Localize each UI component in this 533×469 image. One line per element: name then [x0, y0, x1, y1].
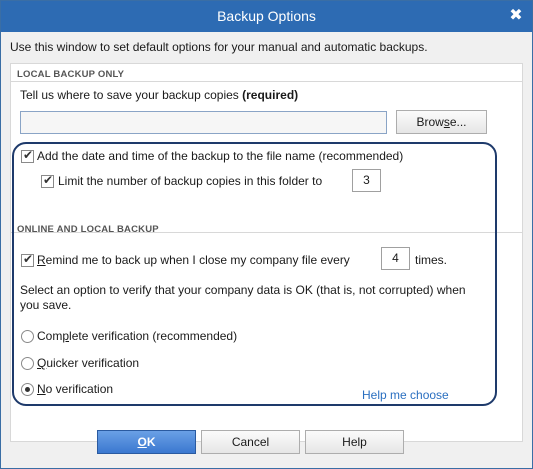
complete-verification-radio[interactable]	[21, 330, 34, 343]
ok-label-b: K	[146, 435, 156, 449]
dialog-body: Use this window to set default options f…	[1, 32, 532, 468]
section-divider	[11, 81, 522, 82]
local-backup-section-label: LOCAL BACKUP ONLY	[17, 69, 125, 80]
no-verify-label-b: o verification	[45, 382, 114, 396]
remind-frequency-field[interactable]: 4	[381, 247, 410, 270]
browse-label-a: Brow	[416, 115, 444, 129]
no-verification-radio[interactable]	[21, 383, 34, 396]
verify-prompt-line-2: you save.	[20, 298, 72, 312]
limit-copies-label[interactable]: Limit the number of backup copies in thi…	[58, 174, 322, 188]
ok-button[interactable]: OK	[97, 430, 196, 454]
remind-label-text: emind me to back up when I close my comp…	[45, 253, 350, 267]
save-location-prompt: Tell us where to save your backup copies…	[20, 88, 298, 102]
window-title: Backup Options	[217, 8, 316, 24]
cancel-button[interactable]: Cancel	[201, 430, 300, 454]
complete-label-a: Com	[37, 329, 63, 343]
backup-path-input[interactable]	[20, 111, 387, 134]
browse-label-c: e...	[449, 115, 467, 129]
options-group: LOCAL BACKUP ONLY Tell us where to save …	[10, 63, 523, 442]
complete-verification-label[interactable]: Complete verification (recommended)	[37, 329, 237, 343]
required-tag: (required)	[242, 88, 299, 102]
quicker-label-b: uicker verification	[46, 356, 140, 370]
complete-label-c: lete verification (recommended)	[69, 329, 238, 343]
help-me-choose-link[interactable]: Help me choose	[362, 388, 449, 402]
backup-options-window: Backup Options ✖ Use this window to set …	[0, 0, 533, 469]
quicker-label-a: Q	[37, 356, 47, 370]
remind-label[interactable]: Remind me to back up when I close my com…	[37, 253, 350, 267]
online-local-section-label: ONLINE AND LOCAL BACKUP	[17, 224, 159, 235]
verify-prompt-line-1: Select an option to verify that your com…	[20, 283, 466, 297]
remind-suffix: times.	[415, 253, 448, 267]
browse-button[interactable]: Browse...	[396, 110, 487, 134]
no-verification-label[interactable]: No verification	[37, 382, 113, 396]
title-bar[interactable]: Backup Options ✖	[1, 1, 532, 32]
limit-copies-checkbox[interactable]	[41, 173, 54, 188]
no-verify-label-a: N	[37, 382, 46, 396]
date-time-checkbox[interactable]	[21, 148, 34, 163]
close-icon[interactable]: ✖	[506, 6, 526, 26]
remind-label-mnemonic: R	[37, 253, 46, 267]
date-time-label[interactable]: Add the date and time of the backup to t…	[37, 149, 403, 163]
help-button[interactable]: Help	[305, 430, 404, 454]
limit-copies-field[interactable]: 3	[352, 169, 381, 192]
prompt-text: Tell us where to save your backup copies	[20, 88, 239, 102]
quicker-verification-radio[interactable]	[21, 357, 34, 370]
quicker-verification-label[interactable]: Quicker verification	[37, 356, 139, 370]
remind-checkbox[interactable]	[21, 252, 34, 267]
intro-text: Use this window to set default options f…	[10, 40, 428, 54]
ok-label-a: O	[137, 435, 147, 449]
